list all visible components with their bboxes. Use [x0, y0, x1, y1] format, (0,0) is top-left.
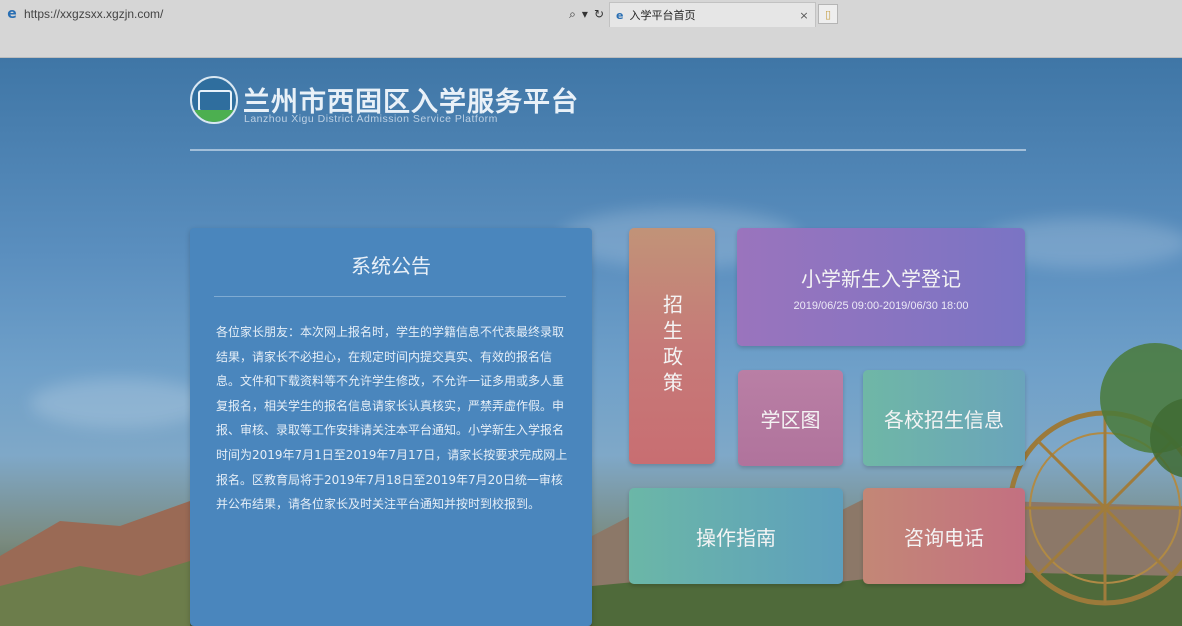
- notice-title: 系统公告: [351, 254, 431, 278]
- registration-label: 小学新生入学登记: [801, 266, 961, 291]
- ie-icon: e: [7, 6, 17, 22]
- logo-grass: [192, 110, 236, 122]
- operation-guide-label: 操作指南: [696, 525, 776, 550]
- platform-logo: [190, 76, 238, 124]
- school-district-map-button[interactable]: 学区图: [738, 370, 843, 466]
- address-controls: ⌕ ▾ ↻: [569, 7, 604, 22]
- refresh-icon[interactable]: ↻: [594, 7, 604, 21]
- operation-guide-button[interactable]: 操作指南: [629, 488, 843, 584]
- url-text[interactable]: https://xxgzsxx.xgzjn.com/: [24, 7, 569, 21]
- consultation-phone-label: 咨询电话: [904, 525, 984, 550]
- address-bar[interactable]: e https://xxgzsxx.xgzjn.com/ ⌕ ▾ ↻: [0, 0, 610, 28]
- tab-ie-icon: e: [616, 8, 624, 22]
- new-student-registration-button[interactable]: 小学新生入学登记 2019/06/25 09:00-2019/06/30 18:…: [737, 228, 1025, 346]
- admission-policy-label: 招生政策: [659, 294, 684, 398]
- dropdown-icon[interactable]: ▾: [582, 7, 588, 21]
- site-subtitle: Lanzhou Xigu District Admission Service …: [244, 113, 498, 125]
- new-tab-icon[interactable]: ▯: [818, 4, 838, 24]
- page-background: 兰州市西固区入学服务平台 Lanzhou Xigu District Admis…: [0, 58, 1182, 626]
- cloud-decoration: [30, 378, 210, 428]
- browser-tab[interactable]: e 入学平台首页 ×: [609, 2, 816, 27]
- tab-title: 入学平台首页: [629, 9, 696, 22]
- school-enrollment-info-label: 各校招生信息: [884, 407, 1004, 432]
- header-divider: [190, 149, 1026, 151]
- consultation-phone-button[interactable]: 咨询电话: [863, 488, 1025, 584]
- book-icon: [198, 90, 232, 112]
- browser-chrome: e https://xxgzsxx.xgzjn.com/ ⌕ ▾ ↻ e 入学平…: [0, 0, 1182, 58]
- school-enrollment-info-button[interactable]: 各校招生信息: [863, 370, 1025, 466]
- notice-paragraph: 各位家长朋友：本次网上报名时，学生的学籍信息不代表最终录取结果，请家长不必担心，…: [216, 325, 568, 512]
- search-icon[interactable]: ⌕: [569, 7, 576, 22]
- notice-divider: [214, 296, 566, 297]
- school-district-map-label: 学区图: [760, 407, 821, 432]
- registration-time: 2019/06/25 09:00-2019/06/30 18:00: [793, 299, 969, 312]
- notice-panel: 系统公告 各位家长朋友：本次网上报名时，学生的学籍信息不代表最终录取结果，请家长…: [190, 228, 592, 626]
- notice-body: 各位家长朋友：本次网上报名时，学生的学籍信息不代表最终录取结果，请家长不必担心，…: [216, 320, 572, 517]
- tab-close-icon[interactable]: ×: [797, 9, 811, 22]
- admission-policy-button[interactable]: 招生政策: [629, 228, 715, 464]
